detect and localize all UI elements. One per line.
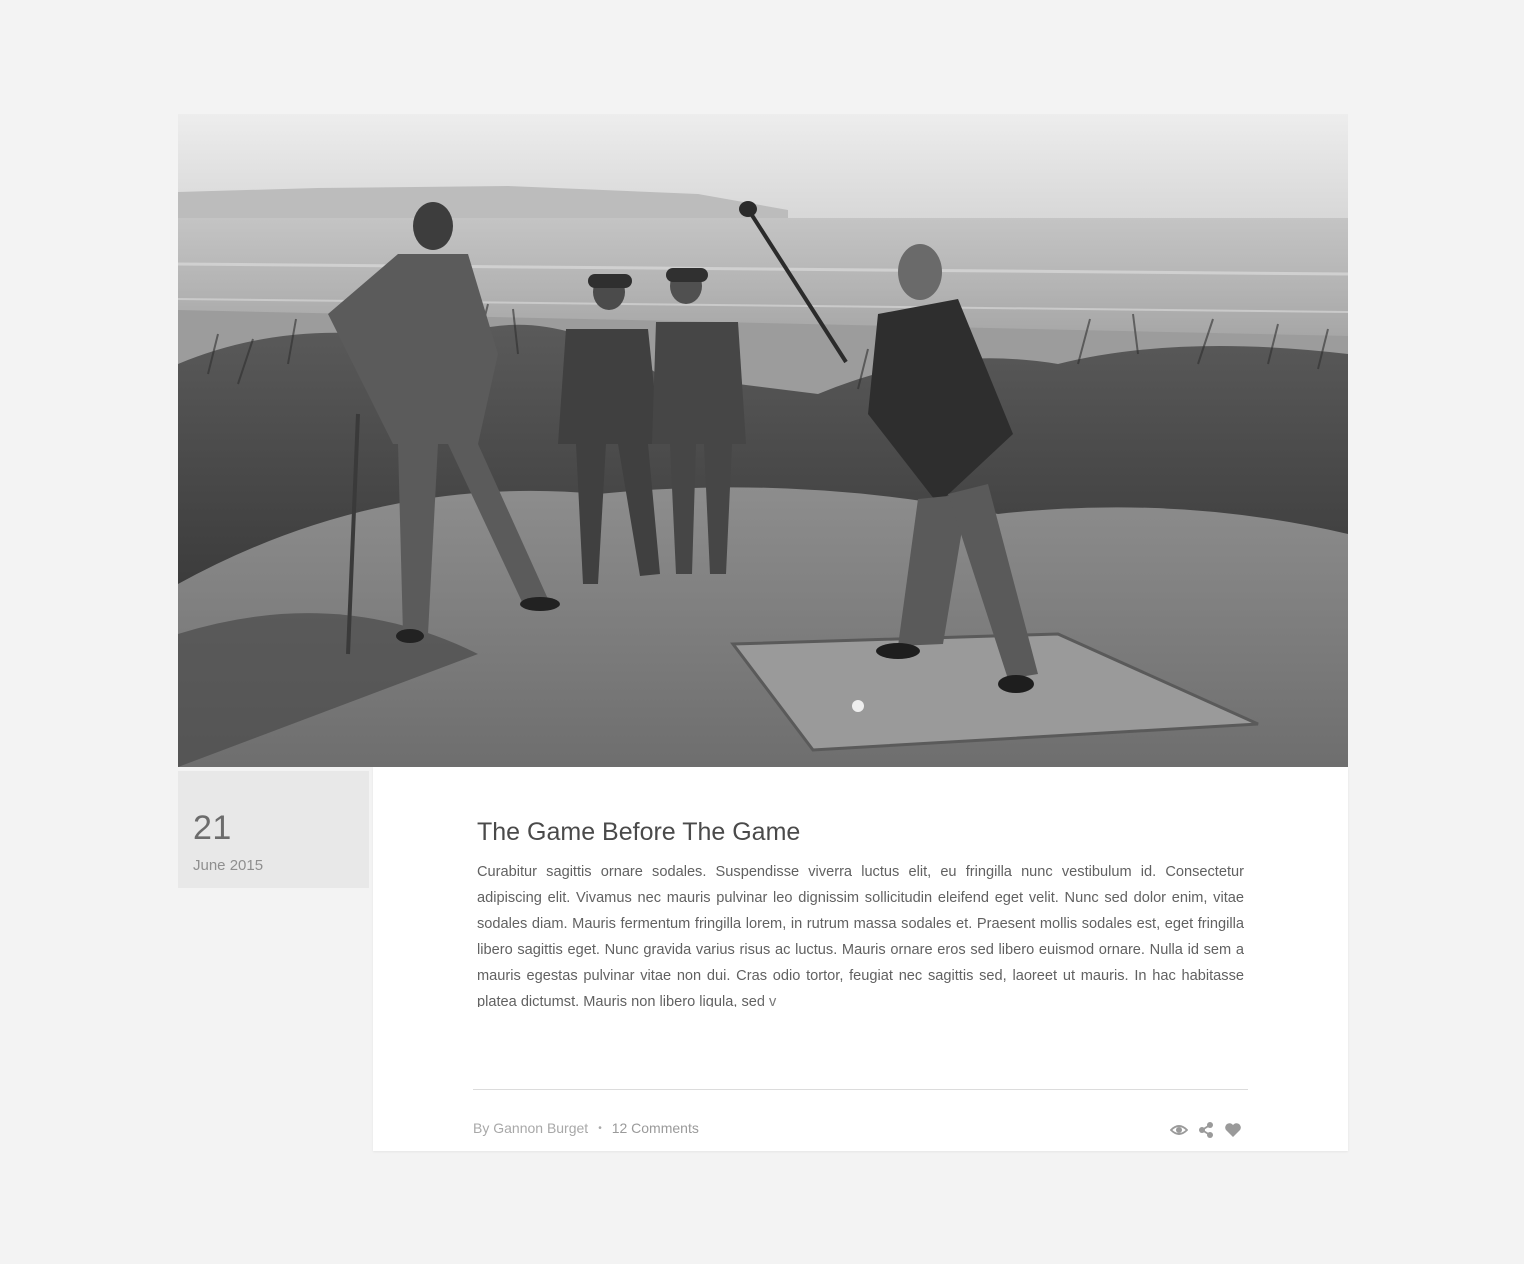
post-title[interactable]: The Game Before The Game <box>477 815 800 849</box>
date-day: 21 <box>193 809 232 847</box>
post-date: 21 June 2015 <box>178 771 369 888</box>
date-month-year: June 2015 <box>193 857 264 874</box>
post-comments-link[interactable]: 12 Comments <box>612 1120 699 1136</box>
footer-divider <box>473 1089 1248 1090</box>
meta-separator: • <box>598 1123 602 1135</box>
post-excerpt: Curabitur sagittis ornare sodales. Suspe… <box>477 864 1244 1007</box>
post-author[interactable]: By Gannon Burget <box>473 1120 588 1136</box>
eye-icon[interactable] <box>1169 1121 1189 1139</box>
heart-icon[interactable] <box>1224 1121 1242 1139</box>
share-icon[interactable] <box>1198 1121 1214 1139</box>
post-meta: By Gannon Burget • 12 Comments <box>473 1119 699 1138</box>
post-content-card: The Game Before The Game Curabitur sagit… <box>373 767 1348 1151</box>
photo-illustration <box>178 114 1348 767</box>
post-featured-image[interactable] <box>178 114 1348 767</box>
post-actions <box>1169 1121 1248 1139</box>
excerpt-fade-overlay <box>477 988 1244 1016</box>
